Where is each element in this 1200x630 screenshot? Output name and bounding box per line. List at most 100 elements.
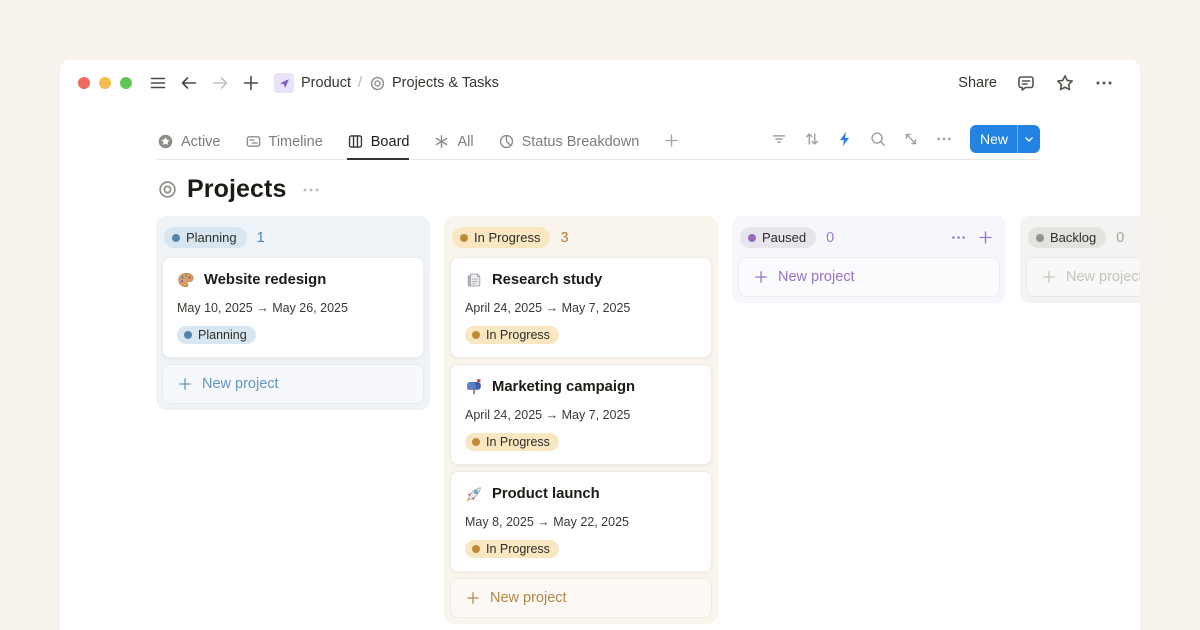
- star-circle-icon: [157, 133, 174, 150]
- card-title-row: Marketing campaign: [465, 378, 697, 396]
- status-label: Paused: [762, 230, 806, 245]
- comments-icon[interactable]: [1016, 73, 1036, 93]
- new-button[interactable]: New: [970, 125, 1040, 153]
- new-button-label: New: [970, 131, 1017, 147]
- page-title-more-icon[interactable]: [301, 180, 321, 200]
- breadcrumb-separator: /: [358, 75, 362, 91]
- share-button[interactable]: Share: [958, 75, 997, 91]
- new-project-button[interactable]: New project: [738, 257, 1000, 297]
- view-tabs: Active Timeline Board All Status Breakdo…: [157, 132, 680, 159]
- card-title: Research study: [492, 272, 602, 288]
- new-project-button[interactable]: New project: [1026, 257, 1140, 297]
- new-project-label: New project: [490, 590, 567, 606]
- plus-icon: [465, 590, 481, 606]
- status-dot: [472, 331, 480, 339]
- new-project-button[interactable]: New project: [450, 578, 712, 618]
- new-project-label: New project: [202, 376, 279, 392]
- add-view-icon[interactable]: [663, 132, 680, 149]
- card-status-badge: In Progress: [465, 326, 559, 344]
- status-dot: [472, 545, 480, 553]
- mailbox-emoji-icon: [465, 378, 483, 396]
- tab-label: Status Breakdown: [522, 134, 640, 150]
- breadcrumb-workspace[interactable]: Product: [301, 75, 351, 91]
- project-card-website-redesign[interactable]: Website redesign May 10, 2025 → May 26, …: [162, 257, 424, 358]
- card-title-row: Research study: [465, 271, 697, 289]
- database-toolbar: New: [770, 125, 1040, 159]
- automations-bolt-icon[interactable]: [836, 130, 854, 148]
- favorite-star-icon[interactable]: [1055, 73, 1075, 93]
- project-card-product-launch[interactable]: Product launch May 8, 2025 → May 22, 202…: [450, 471, 712, 572]
- status-dot: [748, 234, 756, 242]
- column-add-icon[interactable]: [977, 229, 994, 246]
- status-badge-planning[interactable]: Planning: [164, 227, 247, 248]
- status-label: Planning: [198, 328, 247, 342]
- filter-icon[interactable]: [770, 130, 788, 148]
- plus-icon: [177, 376, 193, 392]
- status-label: Backlog: [1050, 230, 1096, 245]
- card-date-range: April 24, 2025 → May 7, 2025: [465, 301, 697, 315]
- column-count: 1: [257, 230, 265, 246]
- status-dot: [1036, 234, 1044, 242]
- tab-status-breakdown-view[interactable]: Status Breakdown: [498, 133, 640, 159]
- tab-active-view[interactable]: Active: [157, 133, 221, 159]
- board-column-paused: Paused 0 New project: [732, 216, 1006, 303]
- page-header: Projects: [157, 175, 1040, 204]
- status-label: In Progress: [486, 542, 550, 556]
- page-title-target-icon: [157, 179, 178, 200]
- card-date-range: May 8, 2025 → May 22, 2025: [465, 515, 697, 529]
- workspace-logo-icon[interactable]: [274, 73, 294, 93]
- forward-icon[interactable]: [210, 73, 230, 93]
- minimize-window-button[interactable]: [99, 77, 111, 89]
- column-options-icon[interactable]: [950, 229, 967, 246]
- tab-label: Timeline: [269, 134, 323, 150]
- sort-icon[interactable]: [803, 130, 821, 148]
- tab-board-view[interactable]: Board: [347, 133, 410, 160]
- status-label: In Progress: [474, 230, 540, 245]
- palette-emoji-icon: [177, 271, 195, 289]
- status-badge-backlog[interactable]: Backlog: [1028, 227, 1106, 248]
- kanban-board: Planning 1 Website redesign May 10, 2025…: [156, 216, 1140, 624]
- titlebar-actions: Share: [958, 73, 1114, 93]
- tab-all-view[interactable]: All: [433, 133, 473, 159]
- asterisk-icon: [433, 133, 450, 150]
- card-title-row: Product launch: [465, 485, 697, 503]
- view-options-icon[interactable]: [935, 130, 953, 148]
- status-dot: [472, 438, 480, 446]
- new-page-icon[interactable]: [241, 73, 261, 93]
- traffic-lights: [78, 77, 132, 89]
- breadcrumb-page[interactable]: Projects & Tasks: [392, 75, 499, 91]
- expand-icon[interactable]: [902, 130, 920, 148]
- project-card-marketing-campaign[interactable]: Marketing campaign April 24, 2025 → May …: [450, 364, 712, 465]
- project-card-research-study[interactable]: Research study April 24, 2025 → May 7, 2…: [450, 257, 712, 358]
- close-window-button[interactable]: [78, 77, 90, 89]
- page-target-icon: [369, 75, 386, 92]
- card-date-range: May 10, 2025 → May 26, 2025: [177, 301, 409, 315]
- column-header: In Progress 3: [450, 222, 712, 257]
- board-icon: [347, 133, 364, 150]
- back-icon[interactable]: [179, 73, 199, 93]
- search-icon[interactable]: [869, 130, 887, 148]
- status-badge-paused[interactable]: Paused: [740, 227, 816, 248]
- pie-chart-icon: [498, 133, 515, 150]
- app-window: Product / Projects & Tasks Share Active …: [60, 60, 1140, 630]
- card-title: Marketing campaign: [492, 379, 635, 395]
- sidebar-toggle-icon[interactable]: [148, 73, 168, 93]
- plus-icon: [753, 269, 769, 285]
- new-project-label: New project: [1066, 269, 1140, 285]
- tab-timeline-view[interactable]: Timeline: [245, 133, 323, 159]
- chevron-down-icon[interactable]: [1018, 128, 1040, 150]
- column-count: 0: [1116, 230, 1124, 246]
- page-title[interactable]: Projects: [187, 175, 286, 204]
- column-header: Paused 0: [738, 222, 1000, 257]
- status-label: In Progress: [486, 328, 550, 342]
- status-label: Planning: [186, 230, 237, 245]
- more-options-icon[interactable]: [1094, 73, 1114, 93]
- status-badge-in-progress[interactable]: In Progress: [452, 227, 550, 248]
- new-project-button[interactable]: New project: [162, 364, 424, 404]
- tab-label: All: [457, 134, 473, 150]
- zoom-window-button[interactable]: [120, 77, 132, 89]
- tab-label: Active: [181, 134, 221, 150]
- status-dot: [460, 234, 468, 242]
- window-titlebar: Product / Projects & Tasks Share: [60, 60, 1140, 106]
- bookmark-tabs-emoji-icon: [465, 271, 483, 289]
